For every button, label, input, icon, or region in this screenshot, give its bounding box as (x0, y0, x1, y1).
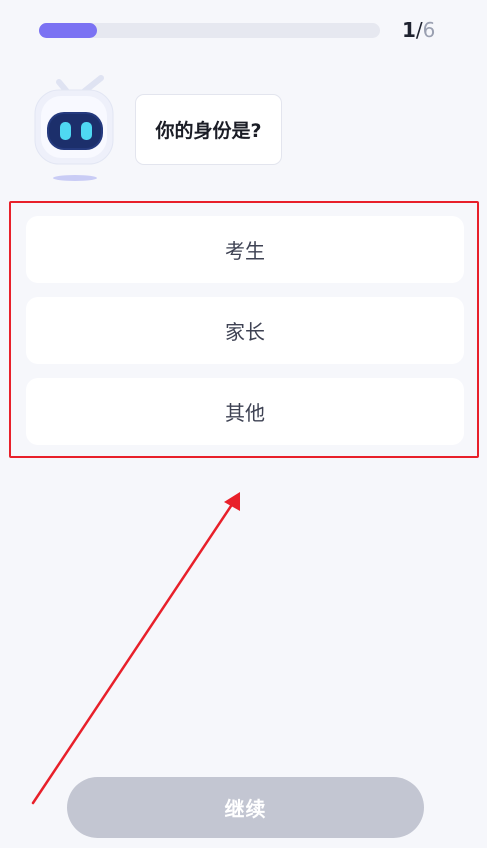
option-other[interactable]: 其他 (26, 378, 464, 445)
option-label: 考生 (225, 239, 265, 263)
question-bubble: 你的身份是? (135, 94, 282, 165)
option-examinee[interactable]: 考生 (26, 216, 464, 283)
option-parent[interactable]: 家长 (26, 297, 464, 364)
question-text: 你的身份是? (155, 120, 262, 142)
progress-bar (39, 23, 380, 38)
progress-current: 1 (402, 18, 416, 42)
continue-label: 继续 (224, 797, 267, 821)
option-label: 其他 (225, 401, 265, 425)
continue-button[interactable]: 继续 (67, 777, 424, 838)
option-label: 家长 (225, 320, 265, 344)
progress-bar-fill (39, 23, 97, 38)
progress-separator: / (415, 18, 423, 42)
progress-total: 6 (422, 18, 436, 42)
robot-mascot-icon (29, 74, 121, 184)
progress-counter: 1/6 (402, 18, 435, 42)
